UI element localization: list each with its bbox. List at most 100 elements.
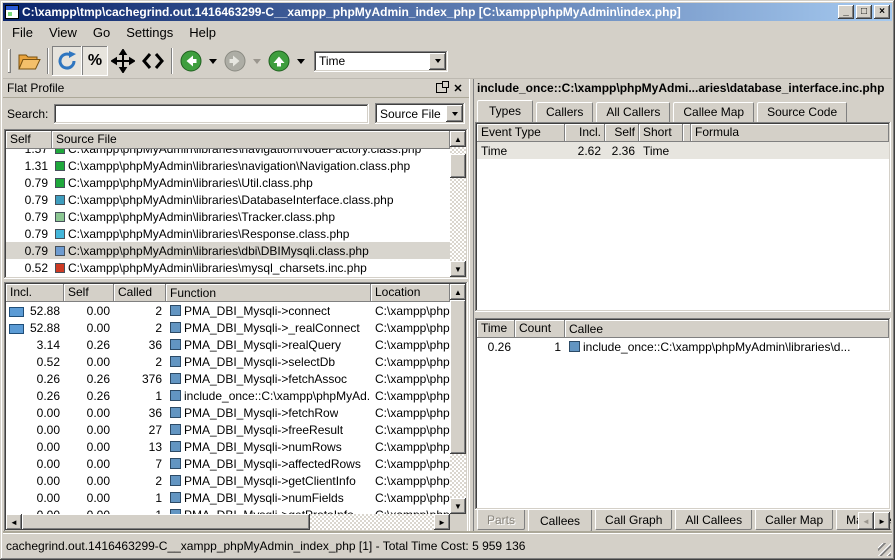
maximize-button[interactable]: □ <box>856 5 872 19</box>
scroll-up-icon[interactable]: ▲ <box>450 284 466 300</box>
search-input[interactable] <box>54 104 369 124</box>
column-header-short[interactable]: Short <box>639 124 683 142</box>
function-row[interactable]: 0.000.001PMA_DBI_Mysqli->numFieldsC:\xam… <box>6 489 450 506</box>
combo-dropdown-button[interactable] <box>429 53 446 70</box>
function-location: C:\xampp\phpMy <box>371 423 450 437</box>
function-table-vertical-scrollbar[interactable]: ▲ ▼ <box>450 284 466 514</box>
function-row[interactable]: 0.000.001PMA_DBI_Mysqli->getProtoInfoC:\… <box>6 506 450 514</box>
menu-go[interactable]: Go <box>85 23 118 42</box>
column-header-called[interactable]: Called <box>114 284 166 302</box>
function-row[interactable]: 0.000.002PMA_DBI_Mysqli->getClientInfoC:… <box>6 472 450 489</box>
source-file-row[interactable]: 0.52C:\xampp\phpMyAdmin\libraries\mysql_… <box>6 259 450 276</box>
source-file-row[interactable]: 1.57C:\xampp\phpMyAdmin\libraries\naviga… <box>6 149 450 157</box>
back-dropdown-icon[interactable] <box>209 59 217 64</box>
scroll-up-icon[interactable]: ▲ <box>450 131 466 147</box>
function-row[interactable]: 0.260.261include_once::C:\xampp\phpMyAd.… <box>6 387 450 404</box>
group-by-combo[interactable]: Source File <box>375 103 465 124</box>
column-header-time[interactable]: Time <box>477 320 515 338</box>
tab-parts[interactable]: Parts <box>477 510 525 530</box>
relative-percent-button[interactable]: % <box>82 46 108 76</box>
forward-button[interactable] <box>220 46 250 76</box>
combo-dropdown-button[interactable] <box>446 105 463 122</box>
menu-help[interactable]: Help <box>181 23 224 42</box>
column-header-self[interactable]: Self <box>605 124 639 142</box>
function-name: PMA_DBI_Mysqli->fetchAssoc <box>184 372 347 386</box>
scrollbar-thumb[interactable] <box>22 514 310 530</box>
function-row[interactable]: 0.520.002PMA_DBI_Mysqli->selectDbC:\xamp… <box>6 353 450 370</box>
dock-arrange-button[interactable] <box>108 46 138 76</box>
function-table-horizontal-scrollbar[interactable]: ◄ ► <box>6 514 450 530</box>
event-type-row[interactable]: Time 2.62 2.36 Time <box>477 142 889 159</box>
tab-call-graph[interactable]: Call Graph <box>595 510 672 530</box>
function-self-cost: 0.00 <box>64 440 114 454</box>
function-row[interactable]: 0.000.0027PMA_DBI_Mysqli->freeResultC:\x… <box>6 421 450 438</box>
function-row[interactable]: 52.880.002PMA_DBI_Mysqli->_realConnectC:… <box>6 319 450 336</box>
column-header-function[interactable]: Function <box>166 284 371 302</box>
cycle-detection-button[interactable] <box>138 46 168 76</box>
column-header-incl[interactable]: Incl. <box>6 284 64 302</box>
function-row[interactable]: 52.880.002PMA_DBI_Mysqli->connectC:\xamp… <box>6 302 450 319</box>
reload-button[interactable] <box>52 46 82 76</box>
source-file-row[interactable]: 0.79C:\xampp\phpMyAdmin\libraries\Databa… <box>6 191 450 208</box>
resize-grip[interactable] <box>878 543 891 556</box>
back-button[interactable] <box>176 46 206 76</box>
tab-caller-map[interactable]: Caller Map <box>755 510 833 530</box>
file-list-vertical-scrollbar[interactable]: ▲ ▼ <box>450 131 466 277</box>
column-header-formula[interactable]: Formula <box>691 124 889 142</box>
scroll-down-icon[interactable]: ▼ <box>450 498 466 514</box>
dock-close-button[interactable]: ✕ <box>451 81 465 95</box>
callee-row[interactable]: 0.26 1 include_once::C:\xampp\phpMyAdmin… <box>477 338 889 355</box>
scroll-right-icon[interactable]: ► <box>434 514 450 530</box>
menu-settings[interactable]: Settings <box>118 23 181 42</box>
function-row[interactable]: 0.000.0013PMA_DBI_Mysqli->numRowsC:\xamp… <box>6 438 450 455</box>
tab-all-callees[interactable]: All Callees <box>675 510 752 530</box>
function-self-cost: 0.00 <box>64 474 114 488</box>
column-header-incl[interactable]: Incl. <box>565 124 605 142</box>
close-button[interactable]: × <box>874 5 890 19</box>
column-header-source-file[interactable]: Source File <box>52 131 450 149</box>
tab-callers[interactable]: Callers <box>536 102 593 122</box>
scrollbar-thumb[interactable] <box>450 154 466 178</box>
function-row[interactable]: 0.260.26376PMA_DBI_Mysqli->fetchAssocC:\… <box>6 370 450 387</box>
function-row[interactable]: 3.140.2636PMA_DBI_Mysqli->realQueryC:\xa… <box>6 336 450 353</box>
column-header-self[interactable]: Self <box>64 284 114 302</box>
source-file-row[interactable]: 0.79C:\xampp\phpMyAdmin\libraries\dbi\DB… <box>6 242 450 259</box>
scroll-left-icon[interactable]: ◄ <box>6 514 22 530</box>
column-header-self[interactable]: Self <box>6 131 52 149</box>
minimize-button[interactable]: _ <box>838 5 854 19</box>
column-header-count[interactable]: Count <box>515 320 565 338</box>
tab-source-code[interactable]: Source Code <box>757 102 847 122</box>
scrollbar-thumb[interactable] <box>450 300 466 454</box>
app-icon[interactable] <box>5 5 19 19</box>
menu-view[interactable]: View <box>41 23 85 42</box>
up-dropdown-icon[interactable] <box>297 59 305 64</box>
column-header-callee[interactable]: Callee <box>565 320 889 338</box>
title-bar[interactable]: C:\xampp\tmp\cachegrind.out.1416463299-C… <box>3 3 892 21</box>
source-file-table: Self Source File 1.57C:\xampp\phpMyAdmin… <box>4 129 468 279</box>
tab-callees[interactable]: Callees <box>528 510 592 532</box>
event-type-combo[interactable]: Time <box>314 51 448 72</box>
source-file-row[interactable]: 0.52C:\xampp\phpMyAdmin\libraries\user_p… <box>6 276 450 277</box>
source-file-row[interactable]: 0.79C:\xampp\phpMyAdmin\libraries\Util.c… <box>6 174 450 191</box>
dock-title-bar[interactable]: Flat Profile ✕ <box>3 79 469 98</box>
menu-file[interactable]: File <box>4 23 41 42</box>
column-header-location[interactable]: Location <box>371 284 450 302</box>
open-file-button[interactable] <box>14 46 44 76</box>
function-row[interactable]: 0.000.0036PMA_DBI_Mysqli->fetchRowC:\xam… <box>6 404 450 421</box>
function-name-cell: PMA_DBI_Mysqli->connect <box>166 304 371 318</box>
function-row[interactable]: 0.000.007PMA_DBI_Mysqli->affectedRowsC:\… <box>6 455 450 472</box>
toolbar-separator <box>47 48 49 74</box>
tab-callee-map[interactable]: Callee Map <box>673 102 754 122</box>
dock-float-button[interactable] <box>434 81 448 95</box>
source-file-row[interactable]: 0.79C:\xampp\phpMyAdmin\libraries\Respon… <box>6 225 450 242</box>
up-button[interactable] <box>264 46 294 76</box>
tab-types[interactable]: Types <box>477 100 533 122</box>
scroll-down-icon[interactable]: ▼ <box>450 261 466 277</box>
column-header-event-type[interactable]: Event Type <box>477 124 565 142</box>
tab-scroll-left-icon[interactable]: ◄ <box>858 512 874 530</box>
tab-all-callers[interactable]: All Callers <box>596 102 670 122</box>
source-file-row[interactable]: 1.31C:\xampp\phpMyAdmin\libraries\naviga… <box>6 157 450 174</box>
toolbar-handle[interactable] <box>8 49 11 73</box>
tab-scroll-right-icon[interactable]: ► <box>874 512 890 530</box>
source-file-row[interactable]: 0.79C:\xampp\phpMyAdmin\libraries\Tracke… <box>6 208 450 225</box>
